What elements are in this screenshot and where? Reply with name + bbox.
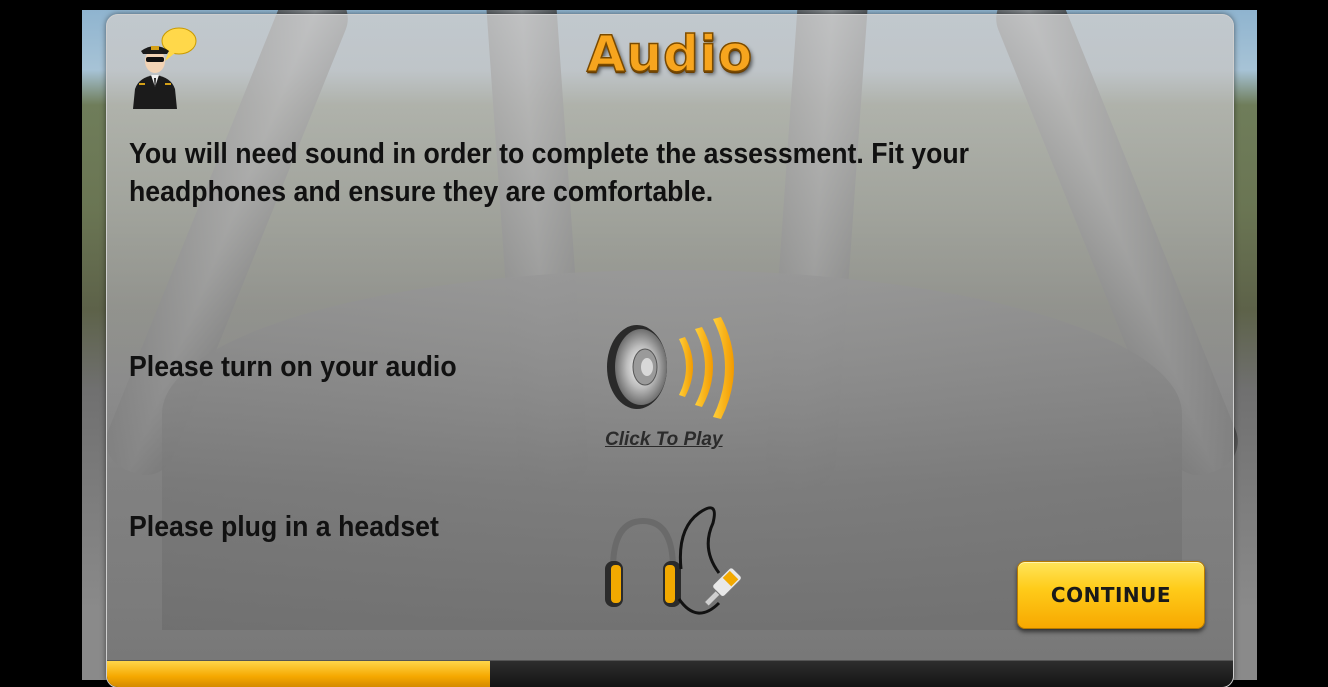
assessment-stage: Audio You will need sound in order to co… (0, 0, 1328, 687)
progress-bar-fill (107, 661, 490, 687)
headset-instruction: Please plug in a headset (129, 511, 439, 543)
audio-instruction: Please turn on your audio (129, 351, 457, 383)
continue-button[interactable]: CONTINUE (1017, 561, 1205, 629)
page-title: Audio (586, 24, 754, 84)
click-to-play-link[interactable]: Click To Play (605, 429, 723, 451)
audio-panel: Audio You will need sound in order to co… (106, 14, 1234, 687)
speaker-icon[interactable] (601, 309, 741, 429)
progress-bar (107, 660, 1233, 687)
headphones-icon (605, 506, 742, 615)
intro-text: You will need sound in order to complete… (129, 138, 970, 208)
